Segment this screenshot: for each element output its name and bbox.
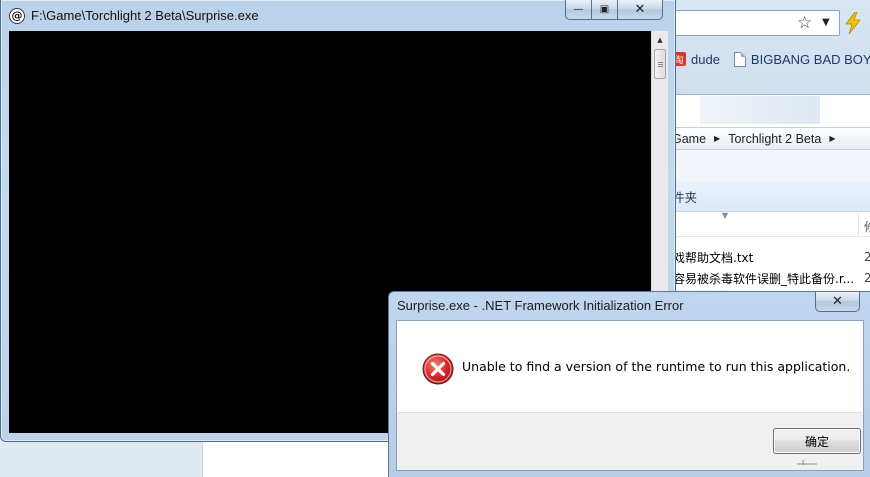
dialog-footer: 确定 (396, 412, 864, 471)
breadcrumb[interactable]: Game ▶ Torchlight 2 Beta ▶ (660, 127, 870, 150)
scroll-grip-line (658, 62, 663, 63)
close-button[interactable]: ✕ (618, 0, 663, 20)
breadcrumb-arrow-icon[interactable]: ▶ (714, 134, 720, 143)
address-dropdown-arrow-icon[interactable]: ▼ (822, 14, 830, 32)
dialog-content: Unable to find a version of the runtime … (396, 320, 864, 412)
browser-address-bar[interactable] (670, 10, 840, 36)
bookmark-label: BIGBANG BAD BOY (750, 51, 870, 67)
caption-buttons: — ▣ ✕ (565, 0, 663, 20)
file-name: 容易被杀毒软件误删_特此备份.r... (673, 271, 855, 286)
file-row[interactable]: 容易被杀毒软件误删_特此备份.r... (673, 269, 854, 287)
explorer-toolbar-gap (660, 150, 870, 182)
dialog-title: Surprise.exe - .NET Framework Initializa… (397, 298, 684, 313)
scroll-up-arrow-icon[interactable]: ▲ (652, 32, 668, 48)
explorer-blurred-toolbar (700, 96, 820, 124)
error-message: Unable to find a version of the runtime … (462, 359, 851, 374)
explorer-lower-pane (202, 440, 392, 477)
bookmark-dude[interactable]: 淘 dude (672, 52, 720, 67)
maximize-icon: ▣ (599, 4, 610, 15)
scroll-thumb[interactable] (654, 49, 666, 79)
close-icon: ✕ (832, 294, 843, 309)
close-icon: ✕ (634, 2, 646, 17)
file-date: 2 (864, 250, 870, 264)
file-row[interactable]: 戏帮助文档.txt (673, 248, 753, 266)
maximize-button[interactable]: ▣ (592, 0, 618, 20)
lightning-bolt-icon[interactable] (844, 12, 862, 34)
error-dialog: Surprise.exe - .NET Framework Initializa… (388, 291, 870, 477)
console-window-title: F:\Game\Torchlight 2 Beta\Surprise.exe (31, 8, 259, 23)
dialog-close-button[interactable]: ✕ (815, 292, 860, 312)
scroll-grip-line (658, 66, 663, 67)
scroll-grip-line (658, 64, 663, 65)
ok-button[interactable]: 确定 (773, 428, 861, 454)
explorer-column-header-row (660, 212, 870, 237)
minimize-icon: — (573, 4, 584, 15)
bookmarks-bar: 淘 dude BIGBANG BAD BOY (672, 48, 870, 70)
file-name: 戏帮助文档.txt (673, 250, 754, 265)
error-icon (422, 353, 454, 385)
breadcrumb-arrow-icon[interactable]: ▶ (829, 134, 835, 143)
column-separator[interactable] (858, 214, 859, 236)
console-app-icon[interactable]: @ (9, 8, 25, 24)
resize-grip-icon[interactable] (797, 458, 817, 466)
page-icon (733, 51, 746, 67)
column-header-modified[interactable]: 修 (864, 218, 870, 235)
sort-arrow-icon: ▼ (722, 211, 729, 220)
explorer-folder-bar[interactable]: 件夹 (660, 182, 870, 212)
bookmark-bigbang[interactable]: BIGBANG BAD BOY (733, 51, 870, 67)
breadcrumb-item-game[interactable]: Game (672, 132, 706, 146)
breadcrumb-item-torchlight[interactable]: Torchlight 2 Beta (728, 132, 821, 146)
bookmark-label: dude (691, 51, 720, 67)
file-date: 2 (864, 271, 870, 285)
bookmark-star-icon[interactable]: ☆ (797, 13, 812, 33)
minimize-button[interactable]: — (565, 0, 592, 20)
